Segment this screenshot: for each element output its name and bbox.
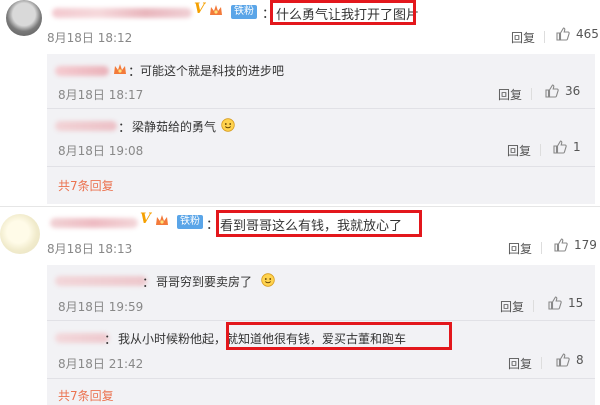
username-blurred[interactable] — [50, 218, 138, 228]
separator — [47, 108, 595, 109]
reply-button[interactable]: 回复 — [498, 86, 522, 103]
like-count: 465 — [576, 27, 599, 41]
comment-divider — [0, 206, 600, 207]
reply-text: 可能这个就是科技的进步吧 — [140, 64, 285, 78]
colon: ： — [142, 276, 156, 291]
reply-time: 8月18日 18:17 — [58, 88, 144, 102]
crown-icon — [114, 64, 126, 74]
reply-button[interactable]: 回复 — [508, 240, 532, 257]
smiling-face-emoji — [261, 273, 275, 287]
reply-button[interactable]: 回复 — [500, 298, 524, 315]
reply-time: 8月18日 21:42 — [58, 357, 144, 371]
reply-time: 8月18日 19:59 — [58, 300, 144, 314]
fan-badge: 铁粉 — [177, 215, 203, 229]
reply-time: 8月18日 19:08 — [58, 144, 144, 158]
separator — [47, 320, 595, 321]
like-button[interactable]: 8 — [556, 353, 584, 367]
username-blurred[interactable] — [55, 333, 109, 343]
username-blurred[interactable] — [52, 8, 192, 18]
highlight-box — [216, 210, 422, 237]
reply-button[interactable]: 回复 — [508, 355, 532, 372]
crown-icon — [156, 215, 168, 225]
like-count: 1 — [573, 140, 581, 154]
crown-icon — [210, 5, 222, 15]
reply-text: 梁静茹给的勇气 — [132, 120, 217, 134]
like-button[interactable]: 179 — [554, 238, 597, 252]
verified-v-icon: V — [140, 211, 151, 227]
thumbs-up-icon — [554, 238, 568, 252]
thumbs-up-icon — [548, 296, 562, 310]
verified-v-icon: V — [194, 1, 205, 17]
reply-button[interactable]: 回复 — [507, 142, 531, 159]
like-button[interactable]: 36 — [545, 84, 580, 98]
smiling-face-emoji — [221, 118, 235, 132]
view-all-replies-link[interactable]: 共7条回复 — [58, 177, 114, 194]
colon: ： — [118, 121, 132, 136]
thumbs-up-icon — [545, 84, 559, 98]
like-count: 36 — [565, 84, 581, 98]
colon: ： — [104, 333, 118, 348]
reply-text: 哥哥穷到要卖房了 — [156, 275, 253, 289]
username-blurred[interactable] — [55, 276, 147, 286]
highlight-box — [226, 322, 452, 350]
divider — [544, 31, 545, 43]
reply-button[interactable]: 回复 — [511, 29, 535, 46]
username-blurred[interactable] — [55, 66, 109, 76]
divider — [541, 357, 542, 369]
like-count: 15 — [568, 296, 584, 310]
comment-time: 8月18日 18:13 — [47, 242, 133, 256]
comment-time: 8月18日 18:12 — [47, 31, 133, 45]
divider — [531, 88, 532, 100]
like-button[interactable]: 15 — [548, 296, 583, 310]
separator — [47, 166, 595, 167]
username-blurred[interactable] — [55, 121, 117, 131]
thumbs-up-icon — [556, 27, 570, 41]
like-button[interactable]: 1 — [553, 140, 581, 154]
like-count: 179 — [574, 238, 597, 252]
avatar[interactable] — [6, 0, 42, 36]
view-all-replies-link[interactable]: 共7条回复 — [58, 387, 114, 404]
separator — [47, 378, 595, 379]
divider — [540, 144, 541, 156]
thumbs-up-icon — [556, 353, 570, 367]
like-button[interactable]: 465 — [556, 27, 599, 41]
like-count: 8 — [576, 353, 584, 367]
divider — [541, 242, 542, 254]
fan-badge: 铁粉 — [231, 5, 257, 19]
divider — [533, 300, 534, 312]
thumbs-up-icon — [553, 140, 567, 154]
avatar[interactable] — [0, 214, 40, 254]
highlight-box — [270, 0, 416, 25]
